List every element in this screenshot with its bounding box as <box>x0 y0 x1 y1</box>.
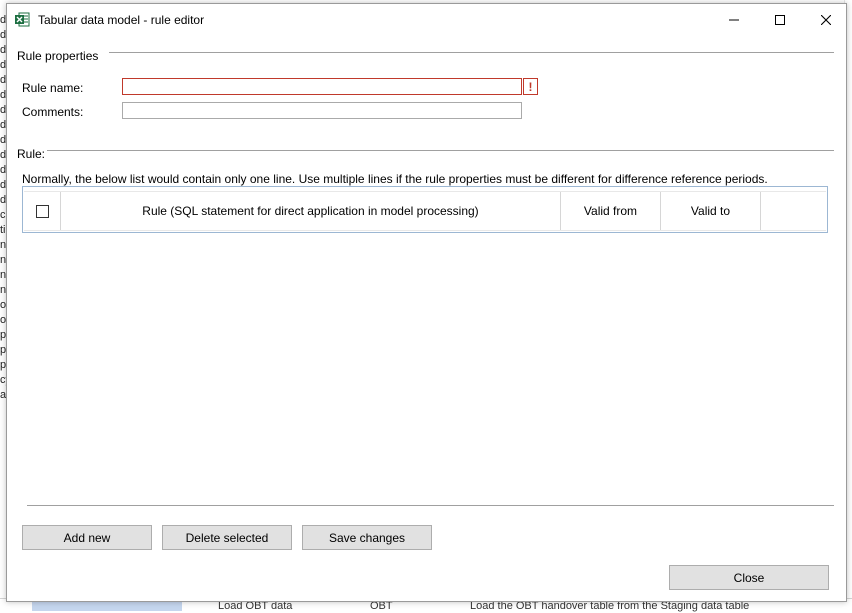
save-changes-button[interactable]: Save changes <box>302 525 432 550</box>
comments-field[interactable] <box>122 102 522 119</box>
excel-icon <box>15 12 30 27</box>
rules-grid[interactable]: Rule (SQL statement for direct applicati… <box>22 186 828 233</box>
close-icon <box>821 14 831 25</box>
actions-separator <box>27 505 834 506</box>
delete-selected-button[interactable]: Delete selected <box>162 525 292 550</box>
column-header-valid-to[interactable]: Valid to <box>661 192 761 230</box>
minimize-icon <box>729 19 739 20</box>
rule-name-field[interactable] <box>122 78 522 95</box>
close-button[interactable]: Close <box>669 565 829 590</box>
close-window-button[interactable] <box>803 4 849 35</box>
rule-editor-dialog: Tabular data model - rule editor Rule pr… <box>6 3 847 602</box>
window-title: Tabular data model - rule editor <box>38 13 205 27</box>
comments-label: Comments: <box>22 105 84 119</box>
rule-properties-heading: Rule properties <box>17 49 99 63</box>
add-new-button[interactable]: Add new <box>22 525 152 550</box>
rules-grid-header: Rule (SQL statement for direct applicati… <box>24 191 826 231</box>
rule-heading: Rule: <box>17 147 46 161</box>
select-all-column <box>24 192 61 230</box>
maximize-button[interactable] <box>757 4 803 35</box>
minimize-button[interactable] <box>711 4 757 35</box>
column-header-valid-from[interactable]: Valid from <box>561 192 661 230</box>
rule-name-label: Rule name: <box>22 81 84 95</box>
rule-properties-separator <box>109 52 834 53</box>
select-all-checkbox[interactable] <box>35 204 49 218</box>
rule-hint-text: Normally, the below list would contain o… <box>22 172 768 186</box>
maximize-icon <box>775 14 785 25</box>
rule-separator <box>47 150 834 151</box>
rule-name-error-icon: ! <box>523 78 538 95</box>
title-bar[interactable]: Tabular data model - rule editor <box>7 4 846 35</box>
column-header-rule[interactable]: Rule (SQL statement for direct applicati… <box>61 192 561 230</box>
